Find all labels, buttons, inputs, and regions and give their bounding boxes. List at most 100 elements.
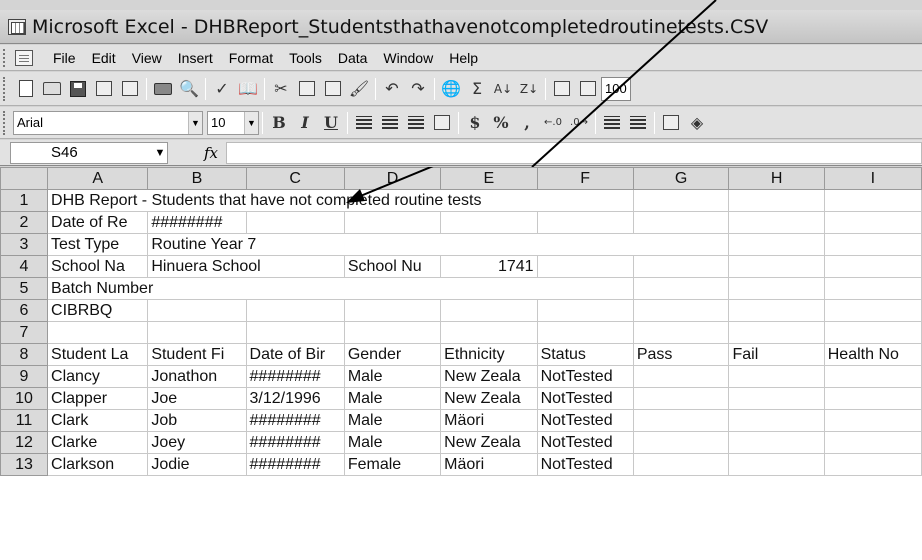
menu-tools[interactable]: Tools xyxy=(281,50,330,66)
cell-h9[interactable] xyxy=(728,365,825,388)
cell-d13[interactable]: Female xyxy=(343,453,442,476)
cell-h10[interactable] xyxy=(728,387,825,410)
undo-button[interactable]: ↶ xyxy=(381,78,403,100)
select-all-corner[interactable] xyxy=(0,167,49,190)
chevron-down-icon[interactable]: ▼ xyxy=(153,142,167,163)
font-size-select[interactable]: 10 ▼ xyxy=(207,110,259,135)
cut-button[interactable]: ✂ xyxy=(270,78,292,100)
cell-a9[interactable]: Clancy xyxy=(47,365,149,388)
row-header[interactable]: 8 xyxy=(0,343,49,366)
menu-grip-handle[interactable] xyxy=(3,48,11,67)
cell-b12[interactable]: Joey xyxy=(147,431,247,454)
cell-f12[interactable]: NotTested xyxy=(536,431,634,454)
merge-center-button[interactable] xyxy=(431,112,453,134)
print-preview-button[interactable]: 🔍 xyxy=(178,78,200,100)
row-header[interactable]: 5 xyxy=(0,277,49,300)
cell-g4[interactable] xyxy=(632,255,730,278)
save-button[interactable] xyxy=(67,78,89,100)
cell-g12[interactable] xyxy=(632,431,730,454)
cell-e12[interactable]: New Zeala xyxy=(440,431,538,454)
menu-help[interactable]: Help xyxy=(441,50,486,66)
cell-d12[interactable]: Male xyxy=(343,431,442,454)
sort-ascending-button[interactable]: A↓ xyxy=(492,78,514,100)
cell-e8[interactable]: Ethnicity xyxy=(440,343,538,366)
insert-function-icon[interactable]: fx xyxy=(204,144,218,162)
cell-d4[interactable]: School Nu xyxy=(343,255,442,278)
drawing-button[interactable] xyxy=(577,78,599,100)
cell-i13[interactable] xyxy=(823,453,922,476)
cell-a1[interactable]: DHB Report - Students that have not comp… xyxy=(47,189,634,212)
underline-button[interactable]: U xyxy=(320,112,342,134)
cell-b4[interactable]: Hinuera School xyxy=(147,255,345,278)
row-header[interactable]: 9 xyxy=(0,365,49,388)
fill-color-button[interactable]: ◈ xyxy=(686,112,708,134)
cell-b10[interactable]: Joe xyxy=(147,387,247,410)
menu-edit[interactable]: Edit xyxy=(84,50,124,66)
cell-c11[interactable]: ######## xyxy=(245,409,345,432)
chevron-down-icon[interactable]: ▼ xyxy=(244,111,258,134)
cell-f4[interactable] xyxy=(536,255,634,278)
cell-f7[interactable] xyxy=(536,321,634,344)
cell-a2[interactable]: Date of Re xyxy=(47,211,149,234)
cell-i8[interactable]: Health No xyxy=(823,343,922,366)
copy-button[interactable] xyxy=(296,78,318,100)
permission-button[interactable] xyxy=(93,78,115,100)
cell-b2[interactable]: ######## xyxy=(147,211,247,234)
column-header-d[interactable]: D xyxy=(343,167,442,190)
cell-b3[interactable]: Routine Year 7 xyxy=(147,233,730,256)
column-header-i[interactable]: I xyxy=(823,167,922,190)
cell-f13[interactable]: NotTested xyxy=(536,453,634,476)
sort-descending-button[interactable]: Z↓ xyxy=(518,78,540,100)
open-button[interactable] xyxy=(41,78,63,100)
italic-button[interactable]: I xyxy=(294,112,316,134)
cell-a10[interactable]: Clapper xyxy=(47,387,149,410)
cell-g11[interactable] xyxy=(632,409,730,432)
menu-view[interactable]: View xyxy=(124,50,170,66)
cell-e2[interactable] xyxy=(440,211,538,234)
cell-h3[interactable] xyxy=(728,233,825,256)
cell-i2[interactable] xyxy=(823,211,922,234)
cell-a13[interactable]: Clarkson xyxy=(47,453,149,476)
column-header-h[interactable]: H xyxy=(728,167,825,190)
cell-e11[interactable]: Mäori xyxy=(440,409,538,432)
chart-wizard-button[interactable] xyxy=(551,78,573,100)
cell-h11[interactable] xyxy=(728,409,825,432)
cell-a6[interactable]: CIBRBQ xyxy=(47,299,149,322)
cell-f8[interactable]: Status xyxy=(536,343,634,366)
cell-i12[interactable] xyxy=(823,431,922,454)
cell-f6[interactable] xyxy=(536,299,634,322)
cell-i5[interactable] xyxy=(823,277,922,300)
cell-i4[interactable] xyxy=(823,255,922,278)
row-header[interactable]: 4 xyxy=(0,255,49,278)
research-button[interactable]: 📖 xyxy=(237,78,259,100)
cell-h6[interactable] xyxy=(728,299,825,322)
cell-g8[interactable]: Pass xyxy=(632,343,730,366)
format-painter-button[interactable]: 🖌 xyxy=(348,78,370,100)
cell-a11[interactable]: Clark xyxy=(47,409,149,432)
bold-button[interactable]: B xyxy=(268,112,290,134)
cell-c10[interactable]: 3/12/1996 xyxy=(245,387,345,410)
cell-e10[interactable]: New Zeala xyxy=(440,387,538,410)
cell-b11[interactable]: Job xyxy=(147,409,247,432)
cell-b8[interactable]: Student Fi xyxy=(147,343,247,366)
toolbar-grip-handle[interactable] xyxy=(3,76,9,101)
cell-d2[interactable] xyxy=(343,211,442,234)
column-header-c[interactable]: C xyxy=(245,167,345,190)
cell-g10[interactable] xyxy=(632,387,730,410)
cell-d7[interactable] xyxy=(343,321,442,344)
comma-style-button[interactable]: , xyxy=(516,112,538,134)
menu-file[interactable]: File xyxy=(45,50,84,66)
formula-input[interactable] xyxy=(226,141,922,164)
cell-i9[interactable] xyxy=(823,365,922,388)
row-header[interactable]: 13 xyxy=(0,453,49,476)
cell-g5[interactable] xyxy=(632,277,730,300)
cell-c6[interactable] xyxy=(245,299,345,322)
redo-button[interactable]: ↷ xyxy=(407,78,429,100)
row-header[interactable]: 6 xyxy=(0,299,49,322)
row-header[interactable]: 7 xyxy=(0,321,49,344)
borders-button[interactable] xyxy=(660,112,682,134)
row-header[interactable]: 3 xyxy=(0,233,49,256)
cell-a5[interactable]: Batch Number xyxy=(47,277,634,300)
row-header[interactable]: 10 xyxy=(0,387,49,410)
cell-g1[interactable] xyxy=(632,189,730,212)
